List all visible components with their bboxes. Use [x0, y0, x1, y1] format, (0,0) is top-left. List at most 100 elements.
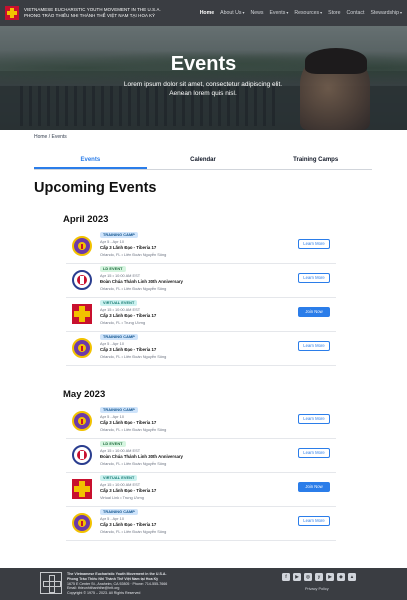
brand-line-2: PHONG TRÀO THIẾU NHI THÁNH THỂ VIỆT NAM … — [24, 13, 156, 18]
app-store-icon[interactable]: ◆ — [337, 573, 345, 581]
event-row: TRAINING CAMP Apr 5 - Apr 10 Cấp 3 Lãnh … — [66, 405, 336, 439]
training-camp-logo-icon — [72, 338, 92, 358]
event-location: Orlando, FL • Liên Đoàn Nguyễn Sông — [100, 427, 167, 432]
ld-event-logo-icon — [72, 445, 92, 465]
event-type-badge: TRAINING CAMP — [100, 334, 138, 340]
chevron-down-icon: ▾ — [242, 10, 245, 15]
month-heading: May 2023 — [63, 389, 106, 400]
chevron-down-icon: ▾ — [320, 10, 323, 15]
event-list-may: TRAINING CAMP Apr 5 - Apr 10 Cấp 3 Lãnh … — [66, 405, 336, 541]
event-title[interactable]: Đoàn Chúa Thánh Linh 30th Anniversary — [100, 454, 183, 459]
tntt-logo-icon[interactable] — [5, 6, 19, 20]
event-date: Apr 15 • 10:00 AM EST — [100, 307, 141, 312]
virtual-event-logo-icon — [72, 304, 92, 324]
nav-news[interactable]: News — [250, 10, 263, 16]
event-list-april: TRAINING CAMP Apr 5 - Apr 10 Cấp 3 Lãnh … — [66, 230, 336, 366]
app-link-icon[interactable]: ▲ — [348, 573, 356, 581]
page-title: Upcoming Events — [34, 180, 157, 196]
footer-contact: The Vietnamese Eucharistic Youth Movemen… — [67, 572, 167, 596]
hero-title: Events — [170, 53, 237, 75]
event-type-badge: TRAINING CAMP — [100, 407, 138, 413]
event-row: TRAINING CAMP Apr 5 - Apr 10 Cấp 3 Lãnh … — [66, 230, 336, 264]
nav-store[interactable]: Store — [328, 10, 340, 16]
event-title[interactable]: Cấp 3 Lãnh Đạo - Tiberia 17 — [100, 420, 156, 425]
join-now-button[interactable]: Join Now — [298, 482, 330, 492]
hero-banner: Events Lorem ipsum dolor sit amet, conse… — [0, 26, 407, 130]
tab-events[interactable]: Events — [34, 152, 147, 169]
training-camp-logo-icon — [72, 513, 92, 533]
event-row: VIRTUAL EVENT Apr 15 • 10:00 AM EST Cấp … — [66, 298, 336, 332]
tab-training-camps[interactable]: Training Camps — [259, 152, 372, 169]
event-title[interactable]: Cấp 3 Lãnh Đạo - Tiberia 17 — [100, 347, 156, 352]
nav-stewardship-label: Stewardship — [370, 10, 399, 16]
event-location: Orlando, FL • Liên Đoàn Nguyễn Sông — [100, 461, 167, 466]
event-row: TRAINING CAMP Apr 5 - Apr 10 Cấp 3 Lãnh … — [66, 332, 336, 366]
nav-contact[interactable]: Contact — [347, 10, 365, 16]
events-tabs: Events Calendar Training Camps — [34, 152, 372, 170]
event-date: Apr 15 • 10:00 AM EST — [100, 482, 141, 487]
site-footer: The Vietnamese Eucharistic Youth Movemen… — [0, 568, 407, 600]
event-date: Apr 5 - Apr 10 — [100, 341, 125, 346]
nav-stewardship[interactable]: Stewardship▾ — [370, 10, 402, 16]
nav-events-label: Events — [269, 10, 286, 16]
learn-more-button[interactable]: Learn More — [298, 239, 330, 249]
chevron-down-icon: ▾ — [286, 10, 289, 15]
event-type-badge: TRAINING CAMP — [100, 232, 138, 238]
facebook-icon[interactable]: f — [282, 573, 290, 581]
nav-resources[interactable]: Resources▾ — [294, 10, 322, 16]
event-location: Orlando, FL • Liên Đoàn Nguyễn Sông — [100, 252, 167, 257]
twitter-icon[interactable]: y — [315, 573, 323, 581]
nav-resources-label: Resources — [294, 10, 320, 16]
event-type-badge: LD EVENT — [100, 266, 126, 272]
learn-more-button[interactable]: Learn More — [298, 448, 330, 458]
event-location: Orlando, FL • Liên Đoàn Nguyễn Sông — [100, 529, 167, 534]
event-type-badge: LD EVENT — [100, 441, 126, 447]
event-title[interactable]: Cấp 3 Lãnh Đạo - Tiberia 17 — [100, 313, 156, 318]
event-type-badge: TRAINING CAMP — [100, 509, 138, 515]
event-title[interactable]: Cấp 3 Lãnh Đạo - Tiberia 17 — [100, 488, 156, 493]
chevron-down-icon: ▾ — [399, 10, 402, 15]
event-date: Apr 5 - Apr 10 — [100, 414, 125, 419]
social-links: f ▶ ◎ y ▶ ◆ ▲ — [282, 573, 356, 581]
play-store-icon[interactable]: ▶ — [326, 573, 334, 581]
event-row: VIRTUAL EVENT Apr 15 • 10:00 AM EST Cấp … — [66, 473, 336, 507]
learn-more-button[interactable]: Learn More — [298, 516, 330, 526]
event-type-badge: VIRTUAL EVENT — [100, 300, 138, 306]
nav-home[interactable]: Home — [200, 10, 214, 16]
instagram-icon[interactable]: ◎ — [304, 573, 312, 581]
privacy-policy-link[interactable]: Privacy Policy — [305, 587, 329, 591]
breadcrumb[interactable]: Home / Events — [34, 134, 67, 140]
event-location: Orlando, FL • Trung Ương — [100, 320, 146, 325]
join-now-button[interactable]: Join Now — [298, 307, 330, 317]
month-heading: April 2023 — [63, 214, 109, 225]
hero-overlay — [0, 26, 407, 130]
nav-events[interactable]: Events▾ — [269, 10, 288, 16]
event-title[interactable]: Cấp 3 Lãnh Đạo - Tiberia 17 — [100, 245, 156, 250]
nav-links: Home About Us▾ News Events▾ Resources▾ S… — [200, 10, 402, 16]
learn-more-button[interactable]: Learn More — [298, 273, 330, 283]
event-location: Orlando, FL • Liên Đoàn Nguyễn Sông — [100, 286, 167, 291]
event-row: LD EVENT Apr 15 • 10:00 AM EST Đoàn Chúa… — [66, 439, 336, 473]
brand-name[interactable]: VIETNAMESE EUCHARISTIC YOUTH MOVEMENT IN… — [24, 7, 161, 19]
event-title[interactable]: Đoàn Chúa Thánh Linh 30th Anniversary — [100, 279, 183, 284]
tab-calendar[interactable]: Calendar — [147, 152, 260, 169]
training-camp-logo-icon — [72, 236, 92, 256]
nav-about-us[interactable]: About Us▾ — [220, 10, 244, 16]
top-navbar: VIETNAMESE EUCHARISTIC YOUTH MOVEMENT IN… — [0, 0, 407, 26]
event-row: TRAINING CAMP Apr 5 - Apr 10 Cấp 3 Lãnh … — [66, 507, 336, 541]
ld-event-logo-icon — [72, 270, 92, 290]
learn-more-button[interactable]: Learn More — [298, 414, 330, 424]
event-date: Apr 15 • 10:00 AM EST — [100, 448, 141, 453]
event-row: LD EVENT Apr 15 • 10:00 AM EST Đoàn Chúa… — [66, 264, 336, 298]
event-type-badge: VIRTUAL EVENT — [100, 475, 138, 481]
event-location: Virtual Link • Trung Ương — [100, 495, 144, 500]
nav-about-us-label: About Us — [220, 10, 242, 16]
training-camp-logo-icon — [72, 411, 92, 431]
youtube-icon[interactable]: ▶ — [293, 573, 301, 581]
event-title[interactable]: Cấp 3 Lãnh Đạo - Tiberia 17 — [100, 522, 156, 527]
learn-more-button[interactable]: Learn More — [298, 341, 330, 351]
footer-logo-icon — [40, 572, 62, 594]
footer-copyright: Copyright © 1975 – 2023. All Rights Rese… — [67, 591, 141, 596]
event-date: Apr 5 - Apr 10 — [100, 239, 125, 244]
virtual-event-logo-icon — [72, 479, 92, 499]
